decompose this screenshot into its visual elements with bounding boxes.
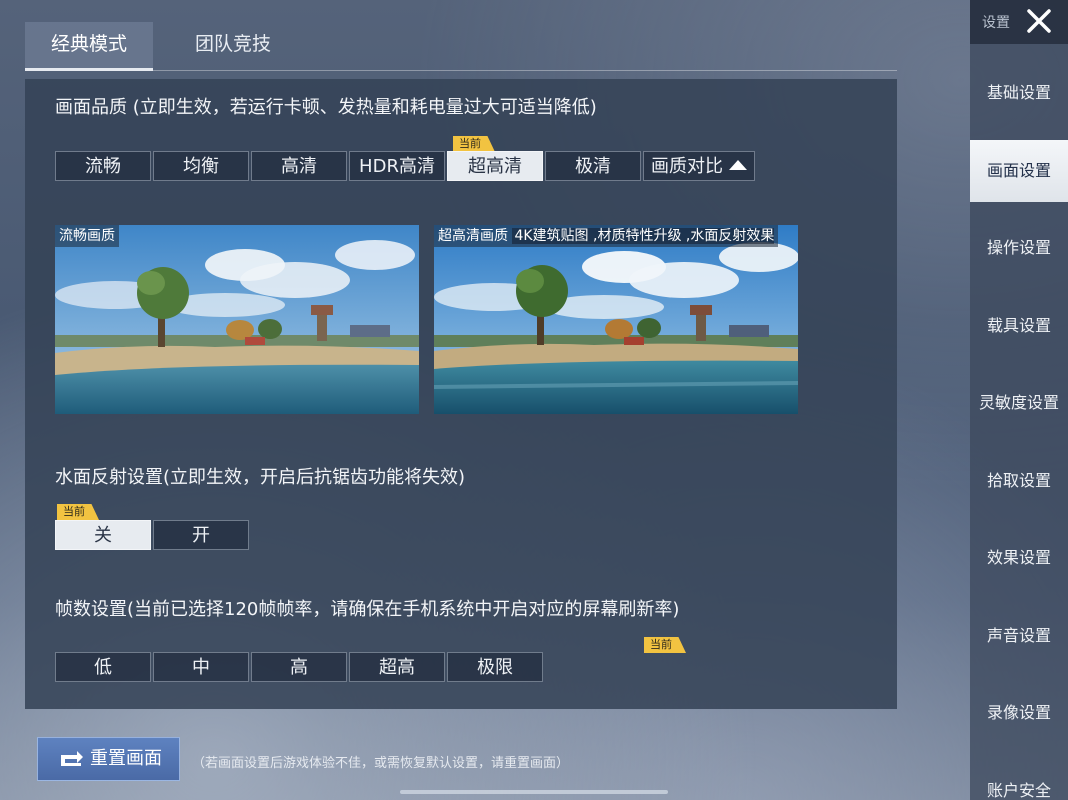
quality-compare-label: 画质对比	[651, 156, 723, 177]
quality-options: 流畅 均衡 高清 HDR高清 超高清 极清 画质对比	[55, 151, 757, 181]
settings-title: 设置	[982, 15, 1010, 31]
current-quality-badge: 当前	[453, 136, 495, 152]
quality-compare-toggle[interactable]: 画质对比	[643, 151, 755, 181]
fps-options: 低 中 高 超高 极限	[55, 652, 545, 682]
ultra-hd-preview-label: 超高清画质 4K建筑贴图 ,材质特性升级 ,水面反射效果	[434, 225, 779, 247]
quality-option-balanced[interactable]: 均衡	[153, 151, 249, 181]
quality-section-title: 画面品质 (立即生效，若运行卡顿、发热量和耗电量过大可适当降低)	[55, 97, 597, 118]
quality-option-hdr-hd[interactable]: HDR高清	[349, 151, 445, 181]
reset-hint-text: （若画面设置后游戏体验不佳，或需恢复默认设置，请重置画面）	[192, 756, 570, 771]
graphics-settings-panel: 画面品质 (立即生效，若运行卡顿、发热量和耗电量过大可适当降低) 当前 流畅 均…	[25, 79, 897, 709]
sidebar-item-recording[interactable]: 录像设置	[970, 682, 1068, 744]
water-reflection-options: 关 开	[55, 520, 251, 550]
water-reflection-title: 水面反射设置(立即生效，开启后抗锯齿功能将失效)	[55, 467, 466, 488]
quality-option-hd[interactable]: 高清	[251, 151, 347, 181]
sidebar-item-audio[interactable]: 声音设置	[970, 605, 1068, 667]
tab-classic-mode[interactable]: 经典模式	[25, 22, 153, 71]
mode-tabs: 经典模式 团队竞技	[25, 22, 897, 71]
fps-option-low[interactable]: 低	[55, 652, 151, 682]
fps-option-medium[interactable]: 中	[153, 652, 249, 682]
reset-graphics-button[interactable]: 重置画面	[37, 737, 180, 781]
quality-option-smooth[interactable]: 流畅	[55, 151, 151, 181]
close-icon[interactable]	[1024, 6, 1054, 36]
sidebar-item-graphics[interactable]: 画面设置	[970, 140, 1068, 202]
fps-option-extreme[interactable]: 极限	[447, 652, 543, 682]
fps-option-high[interactable]: 高	[251, 652, 347, 682]
sidebar-item-controls[interactable]: 操作设置	[970, 217, 1068, 279]
ultra-hd-preview-name: 超高清画质	[438, 228, 508, 244]
sidebar-item-account-security[interactable]: 账户安全	[970, 760, 1068, 800]
fps-option-ultra[interactable]: 超高	[349, 652, 445, 682]
current-fps-badge: 当前	[644, 637, 686, 653]
sidebar-header: 设置	[970, 0, 1068, 44]
smooth-preview-label: 流畅画质	[55, 225, 119, 247]
smooth-preview-image	[55, 225, 419, 414]
reset-icon	[61, 751, 83, 766]
current-water-badge: 当前	[57, 504, 99, 520]
sidebar-item-sensitivity[interactable]: 灵敏度设置	[970, 372, 1068, 434]
settings-sidebar: 设置 基础设置 画面设置 操作设置 载具设置 灵敏度设置 拾取设置 效果设置 声…	[970, 0, 1068, 800]
ultra-hd-quality-preview: 超高清画质 4K建筑贴图 ,材质特性升级 ,水面反射效果	[434, 225, 798, 414]
water-reflection-off[interactable]: 关	[55, 520, 151, 550]
ultra-hd-preview-image	[434, 225, 798, 414]
ultra-hd-preview-features: 4K建筑贴图 ,材质特性升级 ,水面反射效果	[512, 228, 775, 244]
smooth-quality-preview: 流畅画质	[55, 225, 419, 414]
home-indicator[interactable]	[400, 790, 668, 794]
sidebar-item-basic[interactable]: 基础设置	[970, 62, 1068, 124]
reset-graphics-label: 重置画面	[90, 748, 162, 769]
sidebar-item-vehicle[interactable]: 载具设置	[970, 295, 1068, 357]
sidebar-item-effects[interactable]: 效果设置	[970, 527, 1068, 589]
quality-option-extreme[interactable]: 极清	[545, 151, 641, 181]
sidebar-item-pickup[interactable]: 拾取设置	[970, 450, 1068, 512]
quality-option-ultra-hd[interactable]: 超高清	[447, 151, 543, 181]
fps-section-title: 帧数设置(当前已选择120帧帧率，请确保在手机系统中开启对应的屏幕刷新率)	[55, 599, 680, 620]
triangle-up-icon	[729, 160, 747, 170]
tab-team-deathmatch[interactable]: 团队竞技	[169, 22, 297, 68]
water-reflection-on[interactable]: 开	[153, 520, 249, 550]
